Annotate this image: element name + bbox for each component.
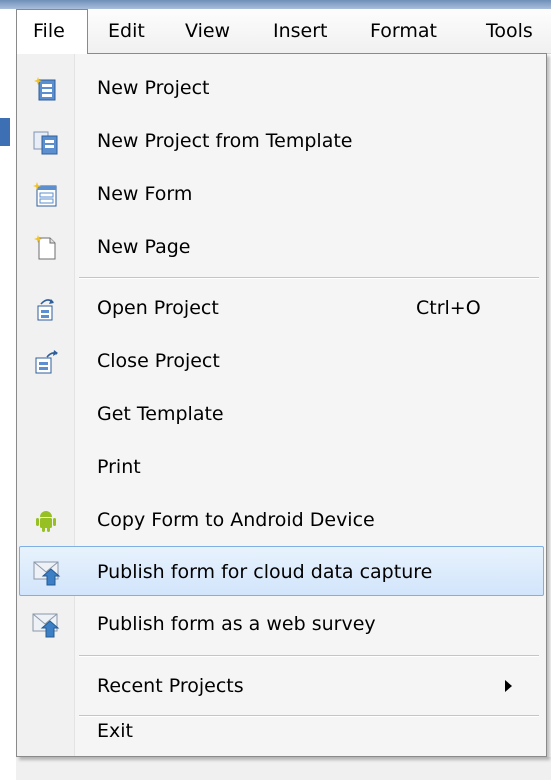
menu-item-label: New Page (97, 236, 191, 258)
menu-insert[interactable]: Insert (273, 9, 328, 53)
background-selection-marker (0, 118, 10, 146)
menu-item-label: Publish form for cloud data capture (97, 561, 433, 583)
menu-item-label: New Project from Template (97, 130, 353, 152)
shortcut-text: Ctrl+O (416, 297, 481, 319)
menu-item-label: Close Project (97, 350, 220, 372)
menu-item-label: New Project (97, 77, 210, 99)
menu-item-label: Publish form as a web survey (97, 613, 376, 635)
publish-cloud-icon (33, 558, 61, 586)
new-project-icon (33, 76, 59, 102)
new-form-icon (33, 182, 59, 208)
menu-format[interactable]: Format (370, 9, 437, 53)
menu-tools[interactable]: Tools (486, 9, 533, 53)
open-project-icon (33, 296, 59, 322)
menu-item-new-page[interactable]: New Page (19, 222, 544, 272)
menu-item-close-project[interactable]: Close Project (19, 336, 544, 386)
menu-file[interactable]: File (16, 9, 88, 54)
new-project-from-template-icon (33, 129, 59, 155)
menu-item-copy-form-to-android[interactable]: Copy Form to Android Device (19, 495, 544, 545)
file-menu-dropdown: New Project New Project from Template Ne… (16, 53, 547, 757)
menu-item-open-project[interactable]: Open Project Ctrl+O (19, 283, 544, 333)
publish-web-icon (32, 610, 60, 638)
menu-separator (79, 277, 539, 279)
menu-item-label: Get Template (97, 403, 224, 425)
menu-item-new-project[interactable]: New Project (19, 63, 544, 113)
menu-item-label: New Form (97, 183, 193, 205)
menu-item-label: Copy Form to Android Device (97, 509, 375, 531)
menu-item-get-template[interactable]: Get Template (19, 389, 544, 439)
menu-item-publish-cloud[interactable]: Publish form for cloud data capture (19, 546, 544, 596)
menu-item-exit[interactable]: Exit (19, 694, 544, 756)
menu-item-label: Open Project (97, 297, 219, 319)
menu-item-new-project-from-template[interactable]: New Project from Template (19, 116, 544, 166)
menu-item-label: Exit (97, 720, 133, 742)
window-titlebar-strip (0, 0, 551, 9)
background-window-bottom (16, 757, 551, 780)
new-page-icon (33, 235, 59, 261)
android-icon (33, 508, 59, 534)
menu-separator (79, 655, 539, 657)
menu-bar: File Edit View Insert Format Tools (16, 9, 551, 54)
menu-view[interactable]: View (185, 9, 230, 53)
menu-item-publish-web-survey[interactable]: Publish form as a web survey (19, 599, 544, 649)
menu-item-print[interactable]: Print (19, 442, 544, 492)
submenu-arrow-icon (505, 680, 512, 692)
menu-edit[interactable]: Edit (108, 9, 145, 53)
menu-item-new-form[interactable]: New Form (19, 169, 544, 219)
menu-item-label: Print (97, 456, 141, 478)
close-project-icon (33, 349, 59, 375)
